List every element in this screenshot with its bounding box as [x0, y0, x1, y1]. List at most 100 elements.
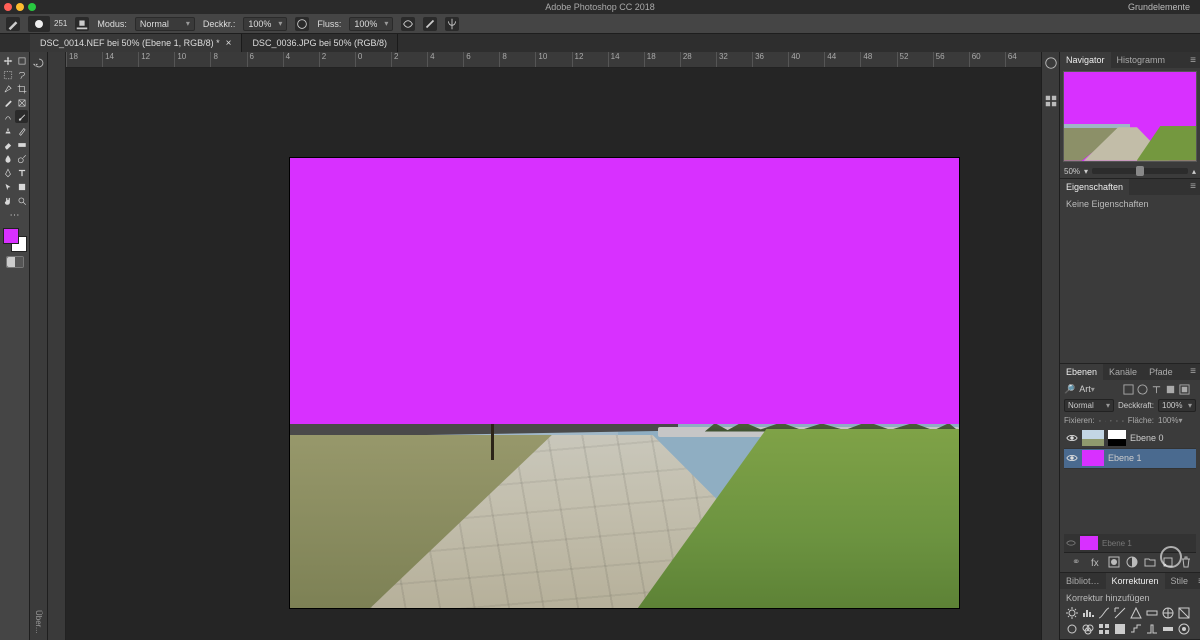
- gradient-map-adjust-icon[interactable]: [1162, 623, 1174, 635]
- move-tool-icon[interactable]: [1, 54, 14, 67]
- pressure-opacity-icon[interactable]: [295, 17, 309, 31]
- filter-shape-icon[interactable]: [1165, 384, 1176, 395]
- curves-adjust-icon[interactable]: [1098, 607, 1110, 619]
- zoom-out-icon[interactable]: ▾: [1084, 167, 1088, 176]
- layer-opacity-field[interactable]: 100%▾: [1158, 399, 1196, 412]
- threshold-adjust-icon[interactable]: [1146, 623, 1158, 635]
- document-tab-1[interactable]: DSC_0014.NEF bei 50% (Ebene 1, RGB/8) * …: [30, 34, 242, 52]
- levels-adjust-icon[interactable]: [1082, 607, 1094, 619]
- histogram-tab[interactable]: Histogramm: [1111, 52, 1172, 68]
- panel-menu-icon[interactable]: ≡: [1194, 576, 1200, 587]
- quick-select-tool-icon[interactable]: [1, 82, 14, 95]
- photo-filter-adjust-icon[interactable]: [1066, 623, 1078, 635]
- workspace-switcher[interactable]: Grundelemente: [1122, 2, 1196, 12]
- tool-preset-icon[interactable]: [6, 17, 20, 31]
- symmetry-icon[interactable]: [445, 17, 459, 31]
- gradient-tool-icon[interactable]: [15, 138, 28, 151]
- layer-style-icon[interactable]: fx: [1090, 556, 1102, 568]
- brush-preset-picker[interactable]: [28, 16, 50, 32]
- layer-thumbnail[interactable]: [1082, 450, 1104, 466]
- panel-menu-icon[interactable]: ≡: [1186, 366, 1200, 377]
- channels-tab[interactable]: Kanäle: [1103, 364, 1143, 380]
- delete-layer-icon[interactable]: [1180, 556, 1192, 568]
- layers-tab[interactable]: Ebenen: [1060, 364, 1103, 380]
- foreground-color-swatch[interactable]: [3, 228, 19, 244]
- posterize-adjust-icon[interactable]: [1130, 623, 1142, 635]
- crop-tool-icon[interactable]: [15, 82, 28, 95]
- layer-fill-field[interactable]: 100%▾: [1158, 416, 1196, 425]
- navigator-zoom-slider[interactable]: [1092, 168, 1188, 174]
- lock-position-icon[interactable]: [1110, 415, 1112, 426]
- pen-tool-icon[interactable]: [1, 166, 14, 179]
- selective-color-adjust-icon[interactable]: [1178, 623, 1190, 635]
- horizontal-ruler[interactable]: 18 14 12 10 8 6 4 2 0 2 4 6 8 10 12 14 1…: [66, 52, 1041, 68]
- minimize-window-icon[interactable]: [16, 3, 24, 11]
- brush-tool-icon[interactable]: [15, 110, 28, 123]
- artboard-tool-icon[interactable]: [15, 54, 28, 67]
- filter-adjust-icon[interactable]: [1137, 384, 1148, 395]
- add-mask-icon[interactable]: [1108, 556, 1120, 568]
- close-window-icon[interactable]: [4, 3, 12, 11]
- opacity-field[interactable]: 100%▾: [243, 17, 287, 31]
- eraser-tool-icon[interactable]: [1, 138, 14, 151]
- pressure-size-icon[interactable]: [423, 17, 437, 31]
- type-tool-icon[interactable]: [15, 166, 28, 179]
- lock-all-icon[interactable]: [1122, 415, 1124, 426]
- quick-mask-toggle[interactable]: [6, 256, 24, 268]
- history-brush-tool-icon[interactable]: [15, 124, 28, 137]
- blur-tool-icon[interactable]: [1, 152, 14, 165]
- adjustments-tab[interactable]: Korrekturen: [1106, 573, 1165, 589]
- layer-mask-thumbnail[interactable]: [1108, 430, 1126, 446]
- invert-adjust-icon[interactable]: [1114, 623, 1126, 635]
- color-panel-icon[interactable]: [1044, 56, 1058, 70]
- lasso-tool-icon[interactable]: [15, 68, 28, 81]
- zoom-in-icon[interactable]: ▴: [1192, 167, 1196, 176]
- color-balance-adjust-icon[interactable]: [1162, 607, 1174, 619]
- filter-smart-icon[interactable]: [1179, 384, 1190, 395]
- adjustment-layer-icon[interactable]: [1126, 556, 1138, 568]
- zoom-tool-icon[interactable]: [15, 194, 28, 207]
- visibility-toggle-icon[interactable]: [1066, 432, 1078, 444]
- canvas-area[interactable]: 18 14 12 10 8 6 4 2 0 2 4 6 8 10 12 14 1…: [48, 52, 1041, 640]
- edit-toolbar-icon[interactable]: ⋯: [2, 209, 28, 222]
- color-lookup-adjust-icon[interactable]: [1098, 623, 1110, 635]
- close-icon[interactable]: ×: [226, 38, 232, 49]
- document-tab-2[interactable]: DSC_0036.JPG bei 50% (RGB/8): [242, 34, 398, 52]
- filter-type-icon[interactable]: [1151, 384, 1162, 395]
- visibility-toggle-icon[interactable]: [1066, 537, 1076, 549]
- frame-tool-icon[interactable]: [15, 96, 28, 109]
- history-panel-icon[interactable]: [32, 56, 46, 70]
- panel-menu-icon[interactable]: ≡: [1186, 55, 1200, 66]
- libraries-tab[interactable]: Bibliot…: [1060, 573, 1106, 589]
- layer-name[interactable]: Ebene 1: [1108, 453, 1142, 463]
- link-layers-icon[interactable]: ⚭: [1068, 557, 1080, 568]
- blend-mode-select[interactable]: Normal▾: [135, 17, 195, 31]
- path-select-tool-icon[interactable]: [1, 180, 14, 193]
- clone-stamp-tool-icon[interactable]: [1, 124, 14, 137]
- dodge-tool-icon[interactable]: [15, 152, 28, 165]
- zoom-window-icon[interactable]: [28, 3, 36, 11]
- hue-adjust-icon[interactable]: [1146, 607, 1158, 619]
- vertical-ruler[interactable]: [48, 52, 66, 640]
- document-canvas[interactable]: [290, 158, 959, 608]
- layer-thumbnail[interactable]: [1082, 430, 1104, 446]
- exposure-adjust-icon[interactable]: [1114, 607, 1126, 619]
- brush-settings-icon[interactable]: [75, 17, 89, 31]
- filter-pixel-icon[interactable]: [1123, 384, 1134, 395]
- lock-transparent-icon[interactable]: [1099, 415, 1101, 426]
- styles-tab[interactable]: Stile: [1165, 573, 1195, 589]
- lock-pixels-icon[interactable]: [1105, 415, 1107, 426]
- airbrush-icon[interactable]: [401, 17, 415, 31]
- layer-blend-mode-select[interactable]: Normal▾: [1064, 399, 1114, 412]
- flow-field[interactable]: 100%▾: [349, 17, 393, 31]
- layer-filter-kind[interactable]: Art▾: [1079, 384, 1119, 394]
- layer-name[interactable]: Ebene 0: [1130, 433, 1164, 443]
- search-kind-icon[interactable]: 🔎: [1064, 384, 1075, 395]
- layer-row-0[interactable]: Ebene 0: [1064, 429, 1196, 449]
- layer-row-1[interactable]: Ebene 1: [1064, 449, 1196, 469]
- shape-tool-icon[interactable]: [15, 180, 28, 193]
- marquee-tool-icon[interactable]: [1, 68, 14, 81]
- paths-tab[interactable]: Pfade: [1143, 364, 1179, 380]
- eyedropper-tool-icon[interactable]: [1, 96, 14, 109]
- properties-tab[interactable]: Eigenschaften: [1060, 179, 1129, 195]
